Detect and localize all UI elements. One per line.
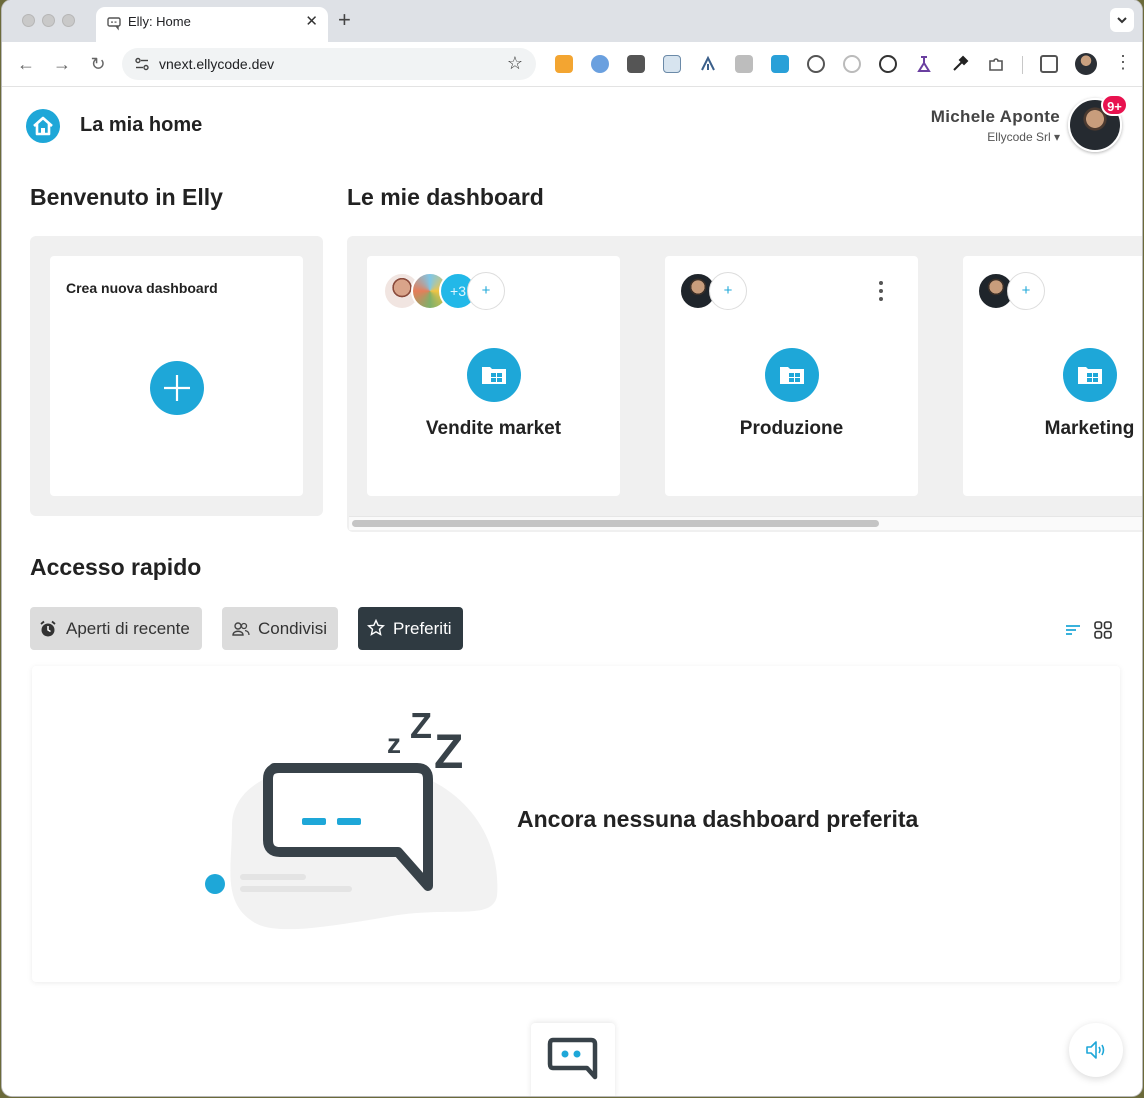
toolbar-divider — [1022, 56, 1023, 74]
extension-5-icon[interactable] — [699, 55, 717, 73]
tab-favorites-label: Preferiti — [393, 619, 452, 638]
more-options-icon[interactable] — [877, 280, 885, 302]
tab-recent[interactable]: Aperti di recente — [30, 607, 202, 650]
welcome-title: Benvenuto in Elly — [30, 184, 223, 210]
dashboard-card[interactable]: +3 + Vendite market — [367, 256, 620, 496]
dashboard-name: Produzione — [739, 418, 844, 439]
forward-icon[interactable]: → — [50, 52, 74, 76]
plus-icon — [164, 375, 190, 401]
extension-2-icon[interactable] — [591, 55, 609, 73]
company-selector[interactable]: Ellycode Srl ▾ — [987, 130, 1060, 144]
elly-favicon-icon — [107, 17, 121, 31]
dashboard-name: Marketing — [1044, 418, 1135, 439]
home-icon[interactable] — [26, 109, 60, 143]
add-member-button[interactable]: + — [709, 272, 747, 310]
browser-menu-icon[interactable]: ⋮ — [1114, 52, 1132, 73]
scrollbar-thumb[interactable] — [352, 520, 879, 527]
chat-launcher[interactable] — [531, 1023, 615, 1096]
site-settings-icon[interactable] — [134, 56, 150, 72]
extension-7-icon[interactable] — [771, 55, 789, 73]
add-member-button[interactable]: + — [467, 272, 505, 310]
carousel-scrollbar[interactable] — [349, 516, 1142, 530]
dashboard-name: Vendite market — [425, 418, 562, 439]
extension-3-icon[interactable] — [627, 55, 645, 73]
extensions-puzzle-icon[interactable] — [987, 55, 1005, 73]
page-content: La mia home Michele Aponte Ellycode Srl … — [2, 88, 1142, 1096]
maximize-window-button[interactable] — [62, 14, 75, 27]
new-dashboard-label: Crea nuova dashboard — [66, 280, 218, 296]
extension-6-icon[interactable] — [735, 55, 753, 73]
grid-view-icon[interactable] — [1093, 620, 1113, 640]
dashboard-folder-icon — [1063, 348, 1117, 402]
dashboard-folder-icon — [765, 348, 819, 402]
side-panel-icon[interactable] — [1040, 55, 1058, 73]
new-dashboard-card[interactable]: Crea nuova dashboard — [50, 256, 303, 496]
address-bar[interactable]: vnext.ellycode.dev ☆ — [122, 48, 536, 80]
extension-4-icon[interactable] — [663, 55, 681, 73]
quick-access-title: Accesso rapido — [30, 554, 202, 580]
dashboard-folder-icon — [467, 348, 521, 402]
back-icon[interactable]: ← — [14, 52, 38, 76]
reload-icon[interactable]: ↻ — [86, 52, 110, 76]
url-text: vnext.ellycode.dev — [159, 56, 275, 72]
profile-avatar-icon[interactable] — [1075, 53, 1097, 75]
extension-1-icon[interactable] — [555, 55, 573, 73]
tab-title: Elly: Home — [128, 14, 191, 29]
tab-strip: Elly: Home ✕ + — [2, 0, 1142, 42]
sleeping-chat-illustration: z Z Z — [205, 706, 498, 930]
new-dashboard-panel: Crea nuova dashboard — [30, 236, 323, 516]
empty-state-message: Ancora nessuna dashboard preferita — [517, 806, 919, 832]
tab-search-button[interactable] — [1110, 8, 1134, 32]
notification-badge[interactable]: 9+ — [1101, 94, 1128, 116]
new-tab-button[interactable]: + — [338, 8, 351, 32]
extension-9-icon[interactable] — [843, 55, 861, 73]
bookmark-star-icon[interactable]: ☆ — [507, 53, 523, 74]
minimize-window-button[interactable] — [42, 14, 55, 27]
dashboards-carousel: +3 + Vendite market + Produzione + Marke… — [347, 236, 1142, 532]
alarm-clock-icon — [40, 620, 56, 637]
svg-text:Z: Z — [410, 706, 432, 746]
browser-tab[interactable]: Elly: Home ✕ — [96, 7, 328, 42]
svg-text:Z: Z — [434, 726, 463, 779]
close-window-button[interactable] — [22, 14, 35, 27]
browser-window: Elly: Home ✕ + ← → ↻ vnext.ellycode.dev … — [2, 0, 1142, 1096]
dashboard-card[interactable]: + Marketing — [963, 256, 1142, 496]
user-name: Michele Aponte — [930, 107, 1060, 126]
star-icon — [367, 619, 385, 636]
chat-bubble-icon — [547, 1037, 598, 1080]
tab-shared-label: Condivisi — [258, 619, 327, 638]
extension-11-icon[interactable] — [915, 55, 933, 73]
extension-10-icon[interactable] — [879, 55, 897, 73]
browser-toolbar: ← → ↻ vnext.ellycode.dev ☆ ⋮ — [2, 42, 1142, 87]
eyedropper-icon[interactable] — [951, 55, 969, 73]
tab-close-icon[interactable]: ✕ — [305, 12, 318, 30]
page-title: La mia home — [80, 114, 203, 136]
dashboard-card[interactable]: + Produzione — [665, 256, 918, 496]
dashboards-title: Le mie dashboard — [347, 184, 544, 210]
tab-favorites[interactable]: Preferiti — [358, 607, 463, 650]
favorites-empty-state: z Z Z Ancora nessuna dashboard preferita — [32, 666, 1120, 982]
tab-shared[interactable]: Condivisi — [222, 607, 338, 650]
tab-recent-label: Aperti di recente — [66, 619, 190, 638]
chevron-down-icon — [1117, 17, 1127, 24]
add-dashboard-button[interactable] — [150, 361, 204, 415]
sound-toggle-button[interactable] — [1069, 1023, 1123, 1077]
svg-text:z: z — [387, 728, 401, 759]
extension-8-icon[interactable] — [807, 55, 825, 73]
speaker-icon — [1086, 1041, 1105, 1059]
users-icon — [232, 622, 250, 636]
add-member-button[interactable]: + — [1007, 272, 1045, 310]
sort-list-icon[interactable] — [1063, 620, 1083, 640]
